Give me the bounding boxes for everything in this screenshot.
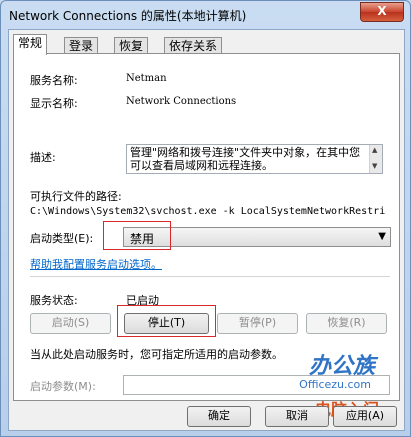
start-button[interactable]: 启动(S) (30, 313, 111, 334)
pause-button[interactable]: 暂停(P) (217, 313, 298, 334)
start-params-hint: 当从此处启动服务时，您可指定所适用的启动参数。 (30, 348, 283, 361)
start-params-label: 启动参数(M): (30, 380, 96, 393)
tab-dependencies[interactable]: 依存关系 (164, 37, 223, 54)
close-icon: X (377, 4, 387, 18)
help-configure-link[interactable]: 帮助我配置服务启动选项。 (30, 256, 162, 272)
tab-general[interactable]: 常规 (13, 34, 48, 55)
apply-button[interactable]: 应用(A) (333, 406, 397, 427)
section-divider (30, 276, 390, 277)
stop-button-highlight (117, 305, 216, 337)
startup-type-label: 启动类型(E): (30, 232, 94, 245)
service-name-label: 服务名称: (30, 74, 78, 87)
general-panel: 服务名称: Netman 显示名称: Network Connections 描… (13, 53, 400, 419)
watermark-sub: Officezu.com (299, 378, 371, 391)
display-name-label: 显示名称: (30, 97, 78, 110)
description-value: 管理"网络和拨号连接"文件夹中对象，在其中您可以查看局域网和远程连接。 (130, 146, 361, 172)
cancel-button[interactable]: 取消 (265, 406, 329, 427)
dialog-client-area: 常规 登录 恢复 依存关系 服务名称: Netman 显示名称: Network… (8, 29, 405, 431)
description-label: 描述: (30, 151, 56, 164)
window-title: Network Connections 的属性(本地计算机) (9, 9, 247, 23)
service-status-label: 服务状态: (30, 294, 78, 307)
scroll-up-icon[interactable]: ▲ (372, 146, 377, 154)
startup-type-highlight (103, 221, 171, 250)
title-bar[interactable]: Network Connections 的属性(本地计算机) X (1, 1, 410, 29)
properties-dialog: Network Connections 的属性(本地计算机) X 常规 登录 恢… (0, 0, 411, 437)
ok-button[interactable]: 确定 (187, 406, 251, 427)
chevron-down-icon[interactable]: ▼ (378, 231, 386, 242)
tab-recovery[interactable]: 恢复 (114, 37, 149, 54)
service-name-value: Netman (126, 73, 167, 84)
close-button[interactable]: X (360, 2, 404, 22)
display-name-value: Network Connections (126, 96, 237, 107)
path-value: C:\Windows\System32\svchost.exe -k Local… (30, 206, 385, 217)
path-label: 可执行文件的路径: (30, 190, 122, 203)
tab-logon[interactable]: 登录 (64, 37, 99, 54)
scroll-down-icon[interactable]: ▼ (372, 162, 377, 170)
resume-button[interactable]: 恢复(R) (306, 313, 387, 334)
description-scrollbar[interactable]: ▲ ▼ (369, 145, 382, 173)
description-box[interactable]: 管理"网络和拨号连接"文件夹中对象，在其中您可以查看局域网和远程连接。 ▲ ▼ (126, 144, 383, 174)
watermark-main: 办公族 (308, 354, 375, 379)
